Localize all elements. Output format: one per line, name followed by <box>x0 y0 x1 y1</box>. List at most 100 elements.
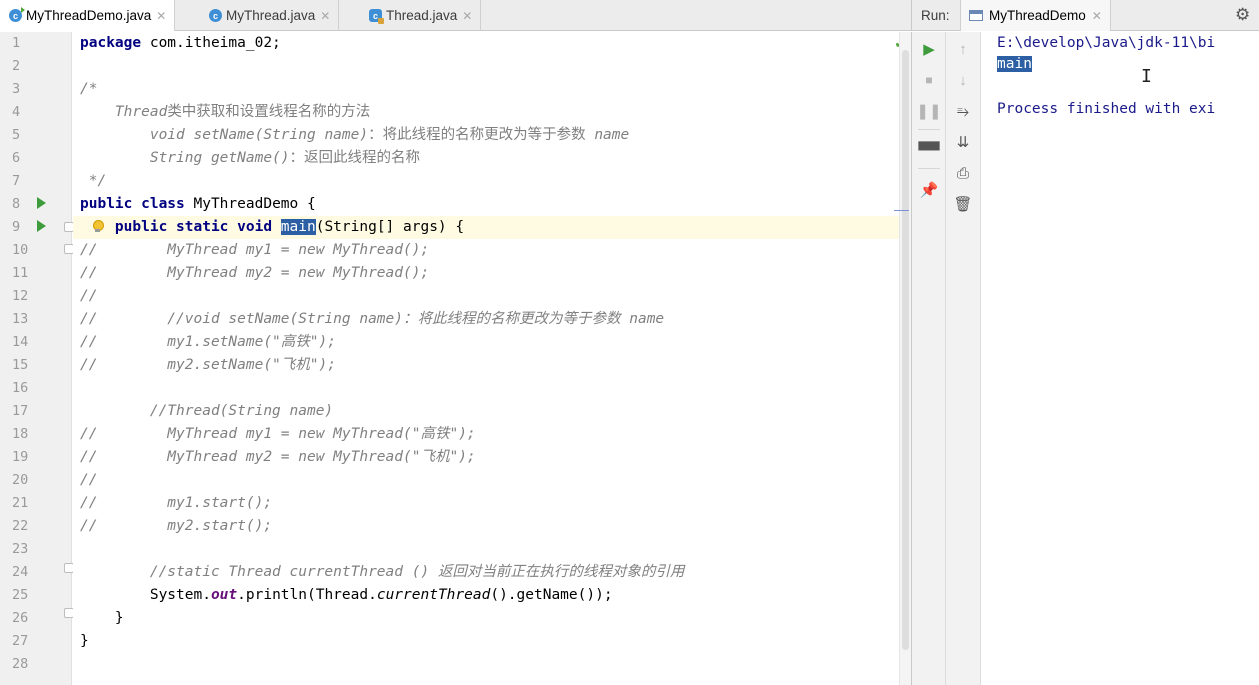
comment: /* <box>80 81 98 97</box>
line-number: 1 <box>12 35 21 51</box>
code-line: /* <box>73 78 899 101</box>
scroll-up-icon[interactable]: ↑ <box>946 37 980 61</box>
line-number: 5 <box>12 127 21 143</box>
soft-wrap-icon[interactable]: ⥱ <box>946 99 980 123</box>
code-line: */ <box>80 173 107 189</box>
line-number: 17 <box>12 403 29 419</box>
line-number: 7 <box>12 173 21 189</box>
line-number: 11 <box>12 265 29 281</box>
line-number: 25 <box>12 587 29 603</box>
tab-mythread-java[interactable]: c MyThread.java ✕ <box>200 0 340 31</box>
line-number: 19 <box>12 449 29 465</box>
code-line: package com.itheima_02; <box>73 32 899 55</box>
selected-text: main <box>280 219 316 235</box>
run-tab-label: MyThreadDemo <box>989 8 1086 23</box>
comment: ：将此线程的名称更改为等于参数 <box>368 127 595 143</box>
console-output[interactable]: E:\develop\Java\jdk-11\bi main Process f… <box>981 32 1259 685</box>
run-label: Run: <box>921 8 950 23</box>
close-icon[interactable]: ✕ <box>156 9 166 23</box>
code-editor[interactable]: package com.itheima_02; /* Thread类中获取和设置… <box>73 32 899 685</box>
code-line: // <box>80 472 98 488</box>
line-number: 26 <box>12 610 29 626</box>
console-line: E:\develop\Java\jdk-11\bi <box>997 35 1216 51</box>
comment: 类中获取和设置线程名称的方法 <box>167 104 371 120</box>
code-line: // MyThread my2 = new MyThread("飞机"); <box>80 449 476 465</box>
comment: Thread <box>114 104 168 120</box>
code-text: (String[] args) { <box>315 219 465 235</box>
java-class-icon: c <box>209 9 222 22</box>
line-number: 27 <box>12 633 29 649</box>
scrollbar-thumb[interactable] <box>902 50 909 650</box>
line-number: 9 <box>12 219 21 235</box>
static-field: out <box>210 587 238 603</box>
code-line: //Thread(String name) <box>80 403 334 419</box>
line-number: 28 <box>12 656 29 672</box>
keyword: public class <box>80 196 185 212</box>
comment: name <box>594 127 630 143</box>
keyword: public static void <box>114 219 273 235</box>
lightbulb-icon[interactable] <box>92 220 104 233</box>
rerun-icon[interactable]: ▶ <box>912 37 946 61</box>
editor-tab-bar: c MyThreadDemo.java ✕ c MyThread.java ✕ … <box>0 0 911 31</box>
run-toolbar-primary: ▶ ■ ❚❚ ▀▀ 📌 <box>911 32 946 685</box>
code-line: } <box>80 633 89 649</box>
code-line: // MyThread my2 = new MyThread(); <box>80 265 430 281</box>
code-line-current: public static void main(String[] args) { <box>73 216 899 239</box>
tab-thread-java[interactable]: c Thread.java ✕ <box>360 0 482 31</box>
line-number: 2 <box>12 58 21 74</box>
line-number: 12 <box>12 288 29 304</box>
toolbar-separator <box>918 168 940 169</box>
line-number: 16 <box>12 380 29 396</box>
code-text: com.itheima_02; <box>141 35 281 51</box>
console-icon <box>969 10 983 21</box>
pause-icon[interactable]: ❚❚ <box>912 99 946 123</box>
line-number: 22 <box>12 518 29 534</box>
line-number: 8 <box>12 196 21 212</box>
line-number: 24 <box>12 564 29 580</box>
run-toolbar-secondary: ↑ ↓ ⥱ ⇊ ⎙ 🗑 <box>946 32 981 685</box>
comment: ：返回此线程的名称 <box>289 150 421 166</box>
tab-mythreaddemo-java[interactable]: c MyThreadDemo.java ✕ <box>0 0 176 31</box>
code-line: String getName()：返回此线程的名称 <box>73 147 899 170</box>
print-icon[interactable]: ⎙ <box>946 161 980 185</box>
editor-scrollbar[interactable] <box>899 32 911 685</box>
line-number: 23 <box>12 541 29 557</box>
gear-icon[interactable]: ⚙ <box>1235 5 1250 25</box>
console-line: Process finished with exi <box>997 101 1216 117</box>
static-method: currentThread <box>376 587 491 603</box>
keyword: package <box>80 35 142 51</box>
line-number: 15 <box>12 357 29 373</box>
console-line: main <box>997 53 1032 76</box>
code-line: // my1.start(); <box>80 495 273 511</box>
code-line: void setName(String name)：将此线程的名称更改为等于参数… <box>73 124 899 147</box>
code-line: // MyThread my1 = new MyThread(); <box>80 242 430 258</box>
code-line: public class MyThreadDemo { <box>73 193 899 216</box>
line-number: 18 <box>12 426 29 442</box>
layout-icon[interactable]: ▀▀ <box>912 138 946 162</box>
run-tab-mythreaddemo[interactable]: MyThreadDemo ✕ <box>960 0 1111 31</box>
close-icon[interactable]: ✕ <box>1092 9 1102 23</box>
library-class-icon: c <box>369 9 384 24</box>
scroll-to-end-icon[interactable]: ⇊ <box>946 130 980 154</box>
comment: void setName(String name) <box>149 127 369 143</box>
trash-icon[interactable]: 🗑 <box>946 192 980 216</box>
run-main-gutter-icon[interactable] <box>37 220 46 232</box>
code-line: // //void setName(String name)：将此线程的名称更改… <box>80 311 665 327</box>
stop-icon[interactable]: ■ <box>912 68 946 92</box>
toolbar-separator <box>918 129 940 130</box>
close-icon[interactable]: ✕ <box>462 9 472 23</box>
pin-icon[interactable]: 📌 <box>912 178 946 202</box>
code-line: Thread类中获取和设置线程名称的方法 <box>73 101 899 124</box>
tab-label: MyThread.java <box>226 8 316 23</box>
scrollbar-marker <box>894 210 909 211</box>
run-class-gutter-icon[interactable] <box>37 197 46 209</box>
close-icon[interactable]: ✕ <box>320 9 330 23</box>
code-line: // my2.setName("飞机"); <box>80 357 336 373</box>
code-line: // my2.start(); <box>80 518 273 534</box>
text-cursor-icon: I <box>1141 66 1152 87</box>
code-text: System. <box>80 587 211 603</box>
line-number: 4 <box>12 104 21 120</box>
code-line: } <box>80 610 124 626</box>
scroll-down-icon[interactable]: ↓ <box>946 68 980 92</box>
code-line: // my1.setName("高铁"); <box>80 334 336 350</box>
